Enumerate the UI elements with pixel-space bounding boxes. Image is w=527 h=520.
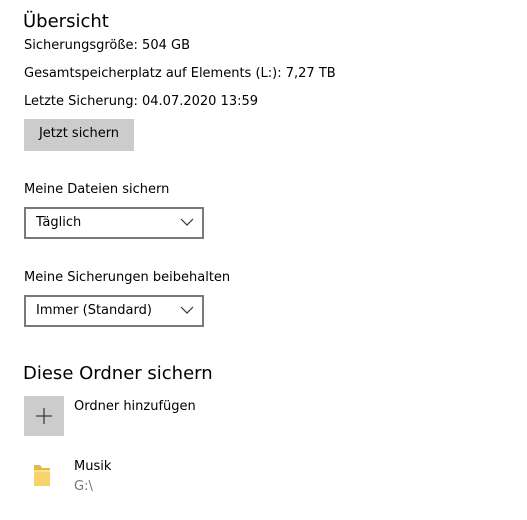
backup-frequency-value: Täglich bbox=[36, 215, 82, 230]
folder-name: Musik bbox=[74, 459, 112, 474]
backup-size-text: Sicherungsgröße: 504 GB bbox=[24, 38, 190, 53]
keep-backups-select[interactable]: Immer (Standard) bbox=[24, 295, 204, 327]
total-storage-text: Gesamtspeicherplatz auf Elements (L:): 7… bbox=[24, 66, 336, 81]
backup-frequency-label: Meine Dateien sichern bbox=[24, 182, 170, 197]
add-folder-tile bbox=[24, 396, 64, 436]
keep-backups-value: Immer (Standard) bbox=[36, 303, 152, 318]
chevron-down-icon bbox=[180, 306, 194, 314]
overview-title: Übersicht bbox=[23, 11, 109, 32]
folder-list-item[interactable]: Musik G:\ bbox=[24, 456, 244, 498]
add-folder-label: Ordner hinzufügen bbox=[74, 399, 196, 414]
add-folder-button[interactable]: Ordner hinzufügen bbox=[24, 396, 244, 436]
backup-frequency-select[interactable]: Täglich bbox=[24, 207, 204, 239]
plus-icon bbox=[36, 408, 52, 424]
keep-backups-label: Meine Sicherungen beibehalten bbox=[24, 270, 231, 285]
last-backup-text: Letzte Sicherung: 04.07.2020 13:59 bbox=[24, 94, 259, 109]
backup-now-button[interactable]: Jetzt sichern bbox=[24, 119, 134, 151]
folders-title: Diese Ordner sichern bbox=[23, 363, 213, 384]
chevron-down-icon bbox=[180, 218, 194, 226]
folder-path: G:\ bbox=[74, 479, 93, 494]
folder-icon bbox=[34, 465, 50, 486]
